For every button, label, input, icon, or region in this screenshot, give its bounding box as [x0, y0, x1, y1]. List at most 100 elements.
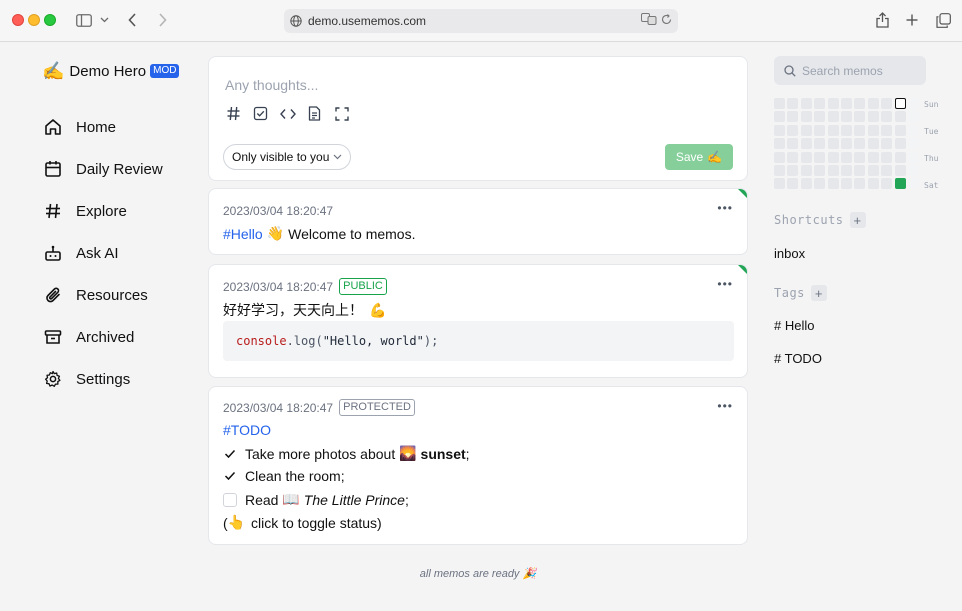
task-item[interactable]: Clean the room; [223, 468, 345, 484]
heatmap-cell[interactable] [827, 138, 839, 150]
task-item[interactable]: Take more photos about 🌄 sunset ; [223, 445, 470, 462]
heatmap-cell[interactable] [908, 165, 919, 176]
heatmap-cell[interactable] [841, 98, 852, 109]
memo-timestamp[interactable]: 2023/03/04 18:20:47 [223, 280, 333, 294]
search-input[interactable]: Search memos [774, 56, 926, 85]
heatmap-cell[interactable] [827, 151, 839, 163]
heatmap-cell[interactable] [867, 98, 879, 109]
save-button[interactable]: Save ✍️ [665, 144, 733, 170]
heatmap-cell[interactable] [881, 151, 893, 163]
heatmap-cell[interactable] [854, 124, 866, 136]
heatmap-cell[interactable] [827, 178, 839, 190]
nav-item-resources[interactable]: Resources [36, 274, 196, 316]
add-tag-button[interactable]: + [810, 285, 827, 301]
nav-item-ask-ai[interactable]: Ask AI [36, 232, 196, 274]
task-item[interactable]: Read 📖 The Little Prince ; [223, 491, 409, 508]
heatmap-cell[interactable] [908, 178, 919, 190]
code-icon[interactable] [279, 105, 296, 122]
heatmap-cell[interactable] [774, 165, 785, 176]
heatmap-cell[interactable] [827, 124, 839, 136]
heatmap-cell[interactable] [841, 138, 852, 150]
heatmap-cell[interactable] [867, 111, 879, 123]
translate-icon[interactable] [641, 13, 657, 28]
heatmap-cell[interactable] [908, 138, 919, 150]
tag-link[interactable]: #TODO [223, 422, 271, 438]
heatmap-cell[interactable] [814, 138, 826, 150]
heatmap-cell[interactable] [774, 178, 785, 190]
heatmap-cell[interactable] [787, 151, 799, 163]
reload-icon[interactable] [661, 13, 672, 28]
heatmap-cell-today[interactable] [894, 98, 906, 109]
heatmap-cell[interactable] [867, 165, 879, 176]
chevron-down-icon[interactable] [98, 10, 110, 30]
heatmap-cell[interactable] [908, 98, 919, 109]
heatmap-cell[interactable] [894, 124, 906, 136]
more-icon[interactable]: ••• [717, 399, 733, 413]
heatmap-cell[interactable] [774, 98, 785, 109]
forward-icon[interactable] [154, 10, 170, 30]
heatmap-cell[interactable] [787, 165, 799, 176]
heatmap-cell[interactable] [814, 124, 826, 136]
heatmap-cell[interactable] [800, 111, 812, 123]
heatmap-cell[interactable] [867, 124, 879, 136]
heatmap-cell[interactable] [881, 138, 893, 150]
minimize-window-button[interactable] [28, 14, 40, 26]
heatmap-cell[interactable] [827, 165, 839, 176]
tag-item[interactable]: # Hello [774, 318, 814, 333]
heatmap-cell[interactable] [841, 151, 852, 163]
nav-item-home[interactable]: Home [36, 106, 196, 148]
close-window-button[interactable] [12, 14, 24, 26]
heatmap-cell[interactable] [774, 151, 785, 163]
memo-timestamp[interactable]: 2023/03/04 18:20:47 [223, 204, 333, 218]
nav-item-archived[interactable]: Archived [36, 316, 196, 358]
share-icon[interactable] [874, 10, 890, 30]
shortcut-item[interactable]: inbox [774, 246, 805, 261]
heatmap-cell[interactable] [841, 111, 852, 123]
heatmap-cell[interactable] [814, 151, 826, 163]
heatmap-cell[interactable] [800, 98, 812, 109]
heatmap-cell[interactable] [908, 151, 919, 163]
heatmap-cell[interactable] [774, 138, 785, 150]
memo-input[interactable]: Any thoughts... [225, 77, 318, 93]
heatmap-cell[interactable] [841, 165, 852, 176]
checkbox-icon[interactable] [252, 105, 269, 122]
heatmap-cell[interactable] [854, 178, 866, 190]
fullscreen-icon[interactable] [333, 105, 350, 122]
heatmap-cell[interactable] [800, 165, 812, 176]
heatmap-cell[interactable] [854, 151, 866, 163]
heatmap-cell[interactable] [787, 124, 799, 136]
heatmap-cell[interactable] [827, 98, 839, 109]
heatmap-cell[interactable] [814, 111, 826, 123]
heatmap-cell[interactable] [774, 124, 785, 136]
heatmap-cell[interactable] [854, 98, 866, 109]
heatmap-cell[interactable] [841, 178, 852, 190]
heatmap-cell[interactable] [881, 98, 893, 109]
tag-icon[interactable] [225, 105, 242, 122]
nav-item-settings[interactable]: Settings [36, 358, 196, 400]
heatmap-cell[interactable] [841, 124, 852, 136]
heatmap-cell[interactable] [800, 178, 812, 190]
checkbox-unchecked[interactable] [223, 492, 237, 507]
heatmap-cell[interactable] [881, 111, 893, 123]
nav-item-daily-review[interactable]: Daily Review [36, 148, 196, 190]
heatmap-cell[interactable] [894, 111, 906, 123]
more-icon[interactable]: ••• [717, 201, 733, 215]
heatmap-cell[interactable] [800, 151, 812, 163]
nav-item-explore[interactable]: Explore [36, 190, 196, 232]
checkbox-checked[interactable] [223, 469, 237, 483]
add-shortcut-button[interactable]: + [849, 212, 866, 228]
heatmap-cell[interactable] [827, 111, 839, 123]
heatmap-cell[interactable] [787, 98, 799, 109]
heatmap-cell[interactable] [814, 165, 826, 176]
back-icon[interactable] [124, 10, 140, 30]
sidebar-toggle-icon[interactable] [74, 10, 94, 30]
heatmap-cell[interactable] [814, 178, 826, 190]
heatmap-cell[interactable] [881, 165, 893, 176]
heatmap-cell[interactable] [908, 111, 919, 123]
tag-item[interactable]: # TODO [774, 351, 822, 366]
heatmap-cell[interactable] [814, 98, 826, 109]
heatmap-cell[interactable] [894, 165, 906, 176]
address-bar[interactable]: demo.usememos.com [284, 9, 678, 33]
heatmap-cell[interactable] [867, 151, 879, 163]
zoom-window-button[interactable] [44, 14, 56, 26]
